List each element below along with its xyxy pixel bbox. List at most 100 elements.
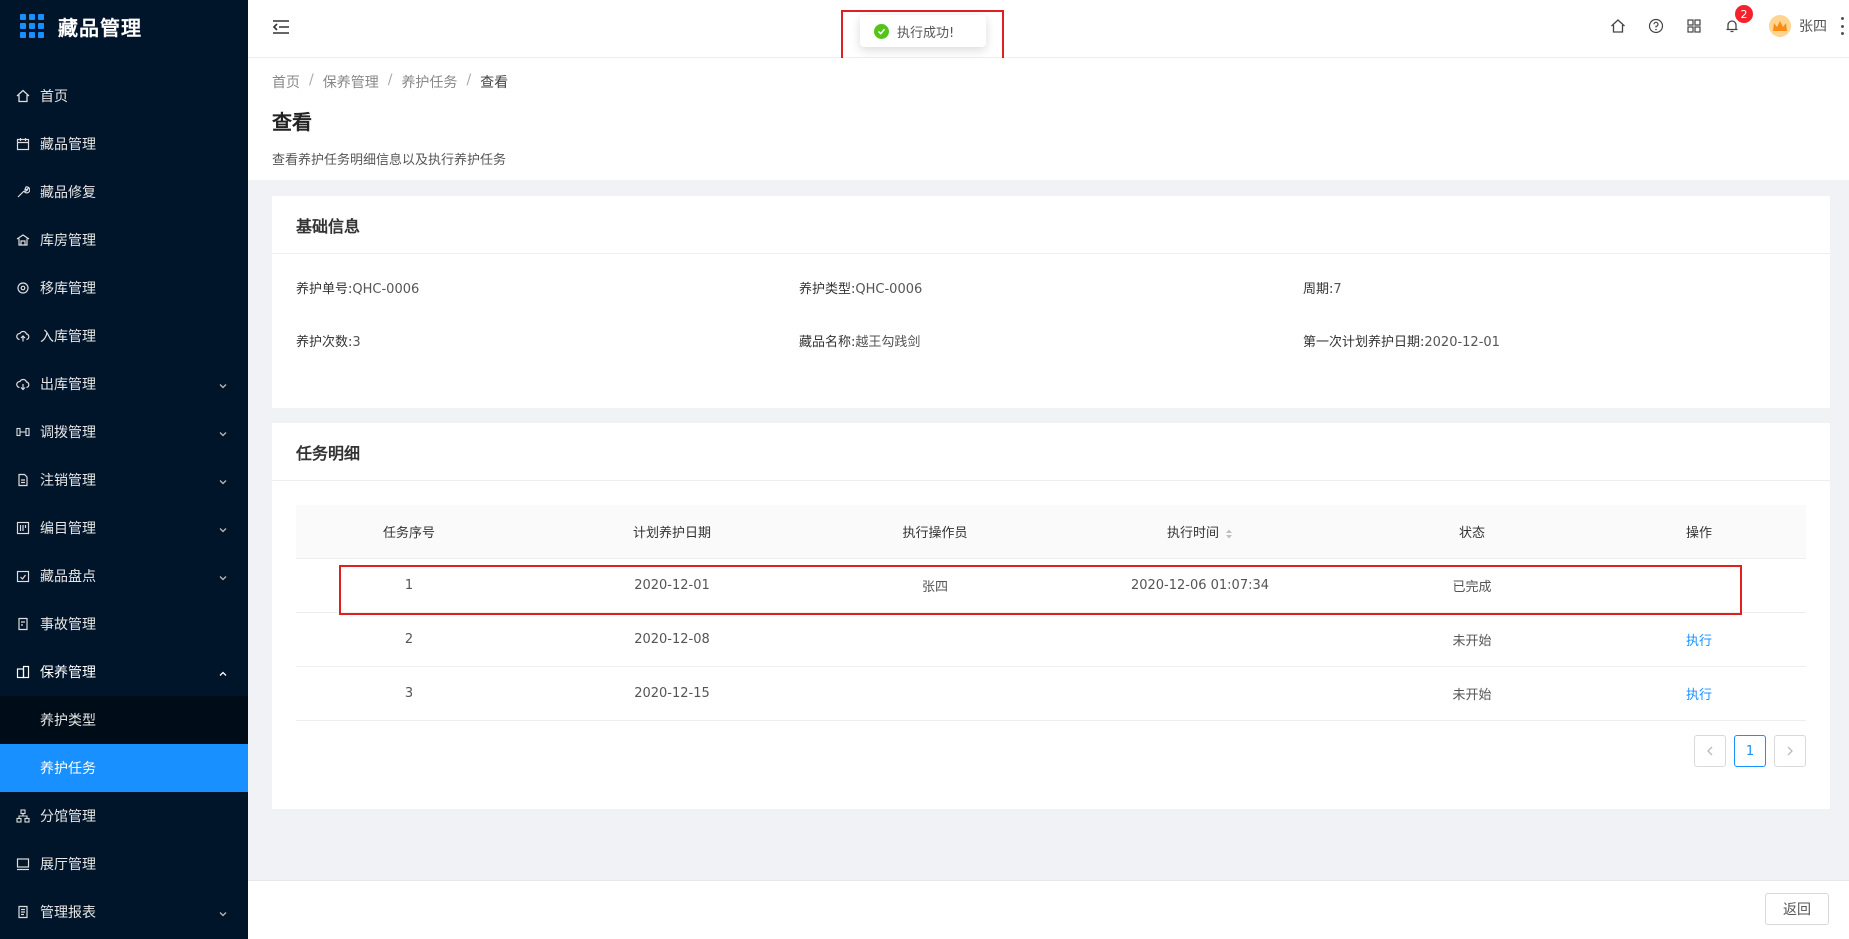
footer-bar: 返回 xyxy=(248,880,1849,939)
chevron-down-icon xyxy=(218,571,228,581)
field-value: QHC-0006 xyxy=(352,282,420,297)
pagination: 1 xyxy=(1686,735,1806,767)
prev-page-button[interactable] xyxy=(1694,735,1726,767)
sidebar-item-exhibition-hall[interactable]: 展厅管理 xyxy=(0,840,248,888)
sidebar-item-label: 注销管理 xyxy=(40,473,96,489)
apps-grid-icon xyxy=(20,14,44,38)
sidebar-item-repair[interactable]: 藏品修复 xyxy=(0,168,248,216)
cell-status: 未开始 xyxy=(1452,688,1492,703)
apps-icon[interactable] xyxy=(1685,17,1703,35)
help-icon[interactable] xyxy=(1647,17,1665,35)
chevron-up-icon xyxy=(218,667,228,677)
table-row: 3 2020-12-15 未开始 执行 xyxy=(296,667,1806,721)
sidebar-item-branches[interactable]: 分馆管理 xyxy=(0,792,248,840)
cell-task-no: 2 xyxy=(404,632,414,647)
sidebar-item-cancellation[interactable]: 注销管理 xyxy=(0,456,248,504)
chevron-down-icon xyxy=(218,907,228,917)
file-icon xyxy=(16,473,30,487)
more-vertical-icon[interactable] xyxy=(1839,17,1845,35)
sort-icon[interactable] xyxy=(1225,528,1233,540)
execute-link[interactable]: 执行 xyxy=(1592,630,1806,649)
basic-info-fields: 养护单号:QHC-0006 养护类型:QHC-0006 周期:7 养护次数:3 … xyxy=(272,254,1830,404)
execute-link[interactable]: 执行 xyxy=(1592,684,1806,703)
sidebar-item-catalog[interactable]: 编目管理 xyxy=(0,504,248,552)
back-button[interactable]: 返回 xyxy=(1765,893,1829,925)
col-task-no: 任务序号 xyxy=(382,526,435,541)
field-label: 养护单号: xyxy=(296,282,353,297)
sidebar-item-maintenance-type[interactable]: 养护类型 xyxy=(0,696,248,744)
col-status: 状态 xyxy=(1458,526,1485,541)
top-header: 2 张四 xyxy=(248,0,1849,58)
sidebar-item-label: 藏品管理 xyxy=(40,137,96,153)
maintenance-icon xyxy=(16,665,30,679)
col-plan-date: 计划养护日期 xyxy=(632,526,711,541)
sidebar-item-home[interactable]: 首页 xyxy=(0,72,248,120)
sidebar-item-label: 藏品盘点 xyxy=(40,569,96,585)
field-maintenance-no: 养护单号:QHC-0006 xyxy=(296,278,419,297)
org-icon xyxy=(16,809,30,823)
sidebar-item-label: 移库管理 xyxy=(40,281,96,297)
page-title: 查看 xyxy=(272,110,312,134)
page-button[interactable]: 1 xyxy=(1734,735,1766,767)
breadcrumb-tasks[interactable]: 养护任务 xyxy=(401,72,457,92)
sidebar-item-label: 库房管理 xyxy=(40,233,96,249)
task-detail-card: 任务明细 任务序号 计划养护日期 执行操作员 执行时间 状态 操作 1 2020… xyxy=(272,423,1830,809)
wrench-icon xyxy=(16,185,30,199)
app-logo[interactable]: 藏品管理 xyxy=(0,0,248,52)
sidebar-item-inventory[interactable]: 藏品盘点 xyxy=(0,552,248,600)
inventory-icon xyxy=(16,569,30,583)
sidebar-item-label: 养护任务 xyxy=(40,761,96,777)
sidebar-item-outbound[interactable]: 出库管理 xyxy=(0,360,248,408)
sidebar-item-allocation[interactable]: 调拨管理 xyxy=(0,408,248,456)
sidebar-item-label: 藏品修复 xyxy=(40,185,96,201)
field-first-date: 第一次计划养护日期:2020-12-01 xyxy=(1303,331,1500,350)
breadcrumb-maintenance[interactable]: 保养管理 xyxy=(323,72,379,92)
field-cycle: 周期:7 xyxy=(1303,278,1342,297)
sidebar-item-maintenance[interactable]: 保养管理 xyxy=(0,648,248,696)
sidebar-item-label: 首页 xyxy=(40,89,68,105)
table-row: 2 2020-12-08 未开始 执行 xyxy=(296,613,1806,667)
avatar xyxy=(1769,15,1791,37)
cloud-upload-icon xyxy=(16,329,30,343)
task-detail-title: 任务明细 xyxy=(272,423,1830,481)
notification-badge: 2 xyxy=(1735,5,1753,23)
monitor-icon xyxy=(16,857,30,871)
bell-icon[interactable]: 2 xyxy=(1723,5,1753,35)
sidebar-item-label: 出库管理 xyxy=(40,377,96,393)
menu-fold-icon[interactable] xyxy=(270,16,292,38)
sidebar-item-warehouse[interactable]: 库房管理 xyxy=(0,216,248,264)
sidebar-item-collections[interactable]: 藏品管理 xyxy=(0,120,248,168)
sidebar-item-inbound[interactable]: 入库管理 xyxy=(0,312,248,360)
next-page-button[interactable] xyxy=(1774,735,1806,767)
chevron-down-icon xyxy=(218,427,228,437)
table-header: 任务序号 计划养护日期 执行操作员 执行时间 状态 操作 xyxy=(296,505,1806,559)
field-count: 养护次数:3 xyxy=(296,331,361,350)
app-title: 藏品管理 xyxy=(58,15,142,40)
chevron-down-icon xyxy=(218,523,228,533)
maintenance-submenu: 养护类型 养护任务 xyxy=(0,696,248,792)
col-exec-time[interactable]: 执行时间 xyxy=(1048,522,1352,541)
catalog-icon xyxy=(16,521,30,535)
field-label: 第一次计划养护日期: xyxy=(1303,335,1425,350)
transfer-icon xyxy=(16,281,30,295)
header-actions: 2 张四 xyxy=(1599,0,1849,52)
chevron-down-icon xyxy=(218,379,228,389)
sidebar-item-maintenance-task[interactable]: 养护任务 xyxy=(0,744,248,792)
sidebar-item-label: 事故管理 xyxy=(40,617,96,633)
field-label: 藏品名称: xyxy=(799,335,856,350)
col-operator: 执行操作员 xyxy=(902,526,968,541)
col-exec-time-label: 执行时间 xyxy=(1166,526,1219,541)
chevron-down-icon xyxy=(218,475,228,485)
field-label: 养护次数: xyxy=(296,335,353,350)
sidebar-item-reports[interactable]: 管理报表 xyxy=(0,888,248,936)
field-label: 养护类型: xyxy=(799,282,856,297)
sidebar-item-accident[interactable]: 事故管理 xyxy=(0,600,248,648)
sidebar: 藏品管理 首页 藏品管理 藏品修复 库房管理 移库管理 入库管理 出库管理 调拨… xyxy=(0,0,248,939)
home-icon[interactable] xyxy=(1609,17,1627,35)
user-menu[interactable]: 张四 xyxy=(1769,15,1827,37)
field-value: 2020-12-01 xyxy=(1424,335,1500,350)
report-icon xyxy=(16,905,30,919)
breadcrumb-home[interactable]: 首页 xyxy=(272,72,300,92)
field-value: 越王勾践剑 xyxy=(855,335,921,350)
sidebar-item-transfer[interactable]: 移库管理 xyxy=(0,264,248,312)
